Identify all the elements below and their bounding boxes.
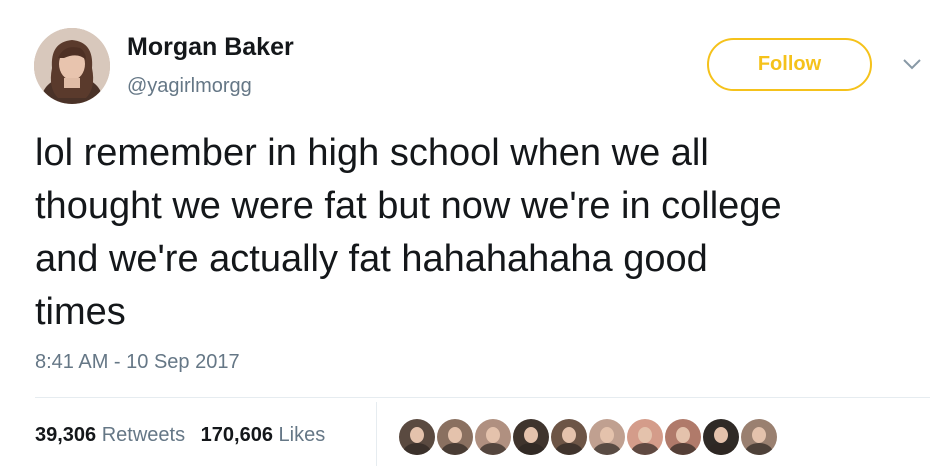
liker-avatar[interactable]: [625, 417, 665, 457]
retweets-stat[interactable]: 39,306 Retweets: [35, 424, 185, 447]
liker-avatar[interactable]: [663, 417, 703, 457]
follow-button[interactable]: Follow: [707, 38, 872, 91]
tweet-text-line: lol remember in high school when we all: [35, 132, 709, 174]
likes-count: 170,606: [200, 424, 273, 446]
tweet-card: Morgan Baker @yagirlmorgg Follow lol rem…: [0, 0, 950, 466]
retweets-count: 39,306: [35, 424, 97, 446]
tweet-stats: 39,306 Retweets 170,606 Likes: [35, 424, 325, 447]
stats-separator: [376, 402, 377, 466]
user-avatar[interactable]: [34, 28, 110, 104]
chevron-down-icon[interactable]: [900, 56, 924, 72]
liker-avatar[interactable]: [511, 417, 551, 457]
likes-label: Likes: [278, 424, 326, 446]
profile-photo-icon: [34, 28, 110, 104]
retweets-label: Retweets: [101, 424, 186, 446]
liker-avatar[interactable]: [549, 417, 589, 457]
liker-avatar[interactable]: [473, 417, 513, 457]
liker-avatar[interactable]: [587, 417, 627, 457]
tweet-text: lol remember in high school when we all …: [35, 127, 935, 339]
stats-divider: [35, 397, 930, 398]
tweet-timestamp[interactable]: 8:41 AM - 10 Sep 2017: [35, 351, 240, 374]
user-handle[interactable]: @yagirlmorgg: [127, 75, 252, 98]
liker-avatar[interactable]: [435, 417, 475, 457]
tweet-text-line: thought we were fat but now we're in col…: [35, 185, 782, 227]
tweet-text-line: and we're actually fat hahahahaha good: [35, 238, 708, 280]
display-name[interactable]: Morgan Baker: [127, 33, 294, 62]
liker-avatar[interactable]: [701, 417, 741, 457]
liker-avatar[interactable]: [739, 417, 779, 457]
likes-stat[interactable]: 170,606 Likes: [201, 424, 326, 447]
liker-avatar[interactable]: [397, 417, 437, 457]
tweet-text-line: times: [35, 291, 126, 333]
